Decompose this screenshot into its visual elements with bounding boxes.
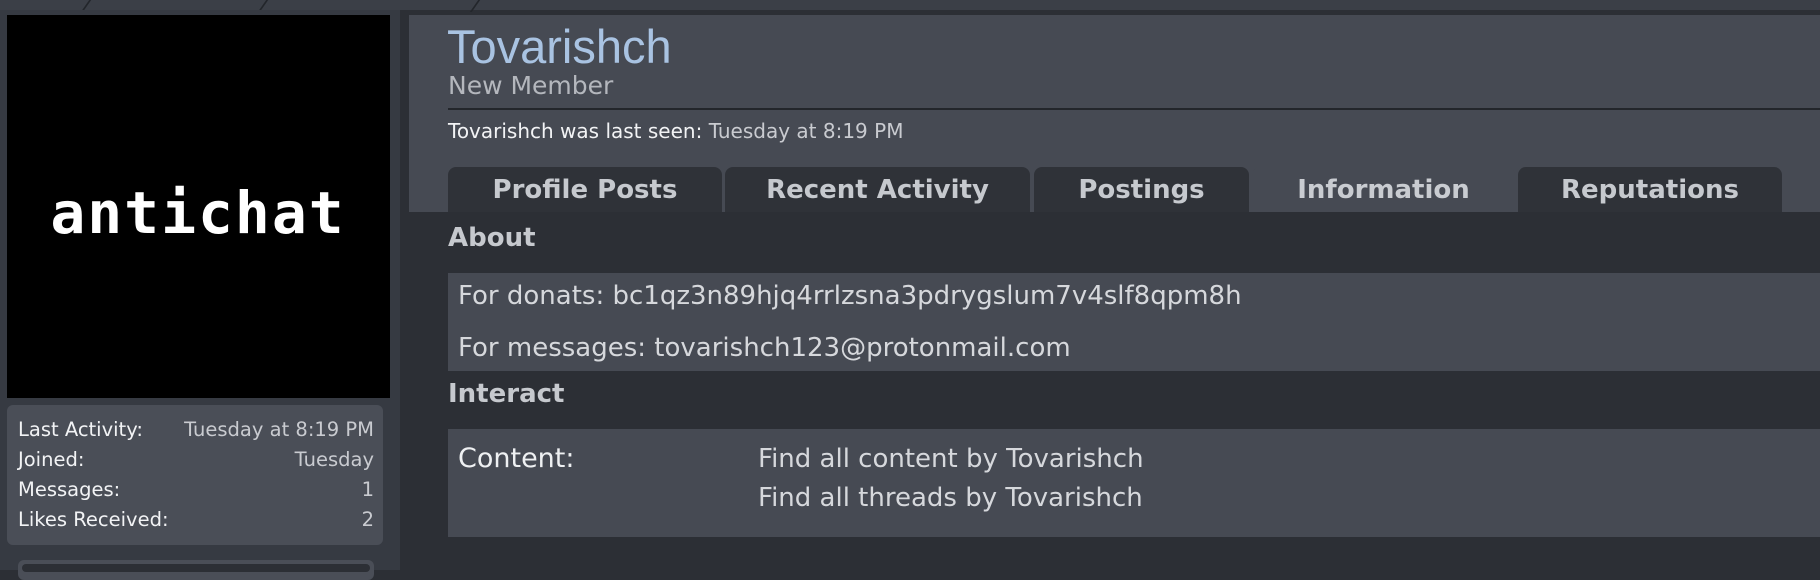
tab-postings[interactable]: Postings (1034, 167, 1249, 212)
antichat-logo: antichat (50, 179, 345, 247)
about-donation-line: For donats: bc1qz3n89hjq4rrlzsna3pdrygsl… (458, 281, 1242, 311)
tab-reputations[interactable]: Reputations (1518, 167, 1782, 212)
stat-likes: Likes Received: 2 (18, 505, 374, 535)
breadcrumb-separator (469, 0, 481, 12)
user-stats-box: Last Activity: Tuesday at 8:19 PM Joined… (7, 405, 383, 545)
stat-label: Likes Received: (18, 508, 169, 531)
stat-value[interactable]: 1 (362, 475, 374, 505)
interact-heading: Interact (448, 379, 565, 409)
stat-joined: Joined: Tuesday (18, 445, 374, 475)
stat-label: Last Activity: (18, 418, 143, 441)
stat-value: Tuesday at 8:19 PM (184, 418, 374, 441)
header-divider (448, 108, 1820, 110)
stat-last-activity: Last Activity: Tuesday at 8:19 PM (18, 415, 374, 445)
tab-recent-activity[interactable]: Recent Activity (725, 167, 1030, 212)
stat-label: Joined: (18, 448, 85, 471)
about-contact-line: For messages: tovarishch123@protonmail.c… (458, 333, 1071, 363)
tab-profile-posts[interactable]: Profile Posts (448, 167, 722, 212)
last-seen: Tovarishch was last seen: Tuesday at 8:1… (448, 118, 903, 144)
stat-value: 2 (361, 508, 374, 531)
tab-information[interactable]: Information (1252, 167, 1515, 212)
find-all-content-link[interactable]: Find all content by Tovarishch (758, 442, 1144, 476)
stat-value: Tuesday (294, 448, 374, 471)
find-all-threads-link[interactable]: Find all threads by Tovarishch (758, 481, 1143, 515)
sidebar-next-block (18, 560, 374, 580)
username-title: Tovarishch (447, 20, 672, 73)
user-title: New Member (448, 71, 614, 100)
breadcrumb-bar (0, 0, 1820, 12)
about-heading: About (448, 223, 536, 253)
avatar-text: antichat (50, 179, 345, 247)
avatar[interactable]: antichat (7, 15, 390, 398)
last-seen-label: Tovarishch was last seen: (448, 119, 703, 143)
content-label: Content: (458, 443, 575, 474)
stat-messages: Messages: 1 (18, 475, 374, 505)
stat-label: Messages: (18, 478, 121, 501)
profile-tabs: Profile Posts Recent Activity Postings I… (448, 167, 1820, 212)
last-seen-value: Tuesday at 8:19 PM (708, 119, 904, 143)
